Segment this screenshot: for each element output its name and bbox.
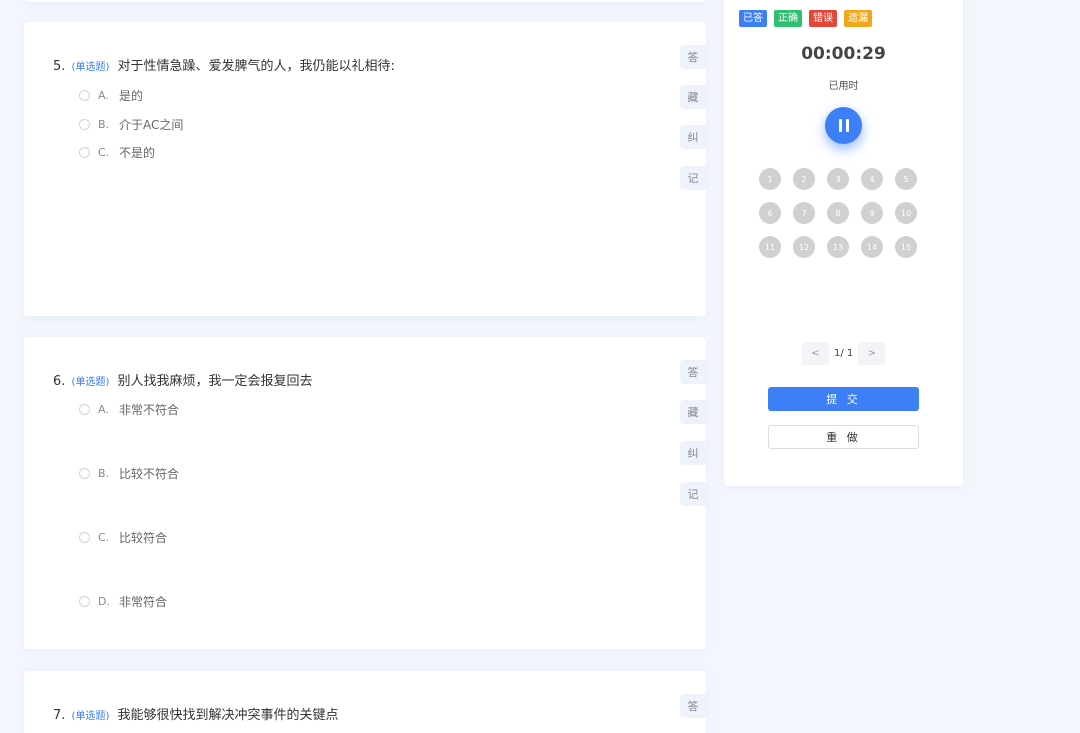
question-nav-item[interactable]: 12: [793, 236, 815, 258]
question-text: 我能够很快找到解决冲突事件的关键点: [117, 708, 339, 723]
option-key: A.: [98, 403, 109, 416]
question-text: 对于性情急躁、爱发脾气的人，我仍能以礼相待:: [117, 59, 395, 74]
option-a[interactable]: A. 是的: [79, 87, 143, 104]
answer-button[interactable]: 答: [680, 360, 706, 384]
legend-correct: 正确: [774, 10, 802, 27]
timer-label: 已用时: [828, 81, 859, 92]
radio-button[interactable]: [79, 147, 90, 158]
option-c[interactable]: C. 不是的: [79, 144, 155, 161]
question-type: (单选题): [71, 377, 110, 388]
option-key: B.: [98, 467, 110, 480]
favorite-button[interactable]: 藏: [680, 400, 706, 424]
question-nav-item[interactable]: 5: [895, 168, 917, 190]
pause-button[interactable]: [825, 107, 862, 144]
legend-missed: 遗漏: [844, 10, 872, 27]
question-nav-item[interactable]: 3: [827, 168, 849, 190]
pause-icon: [837, 119, 851, 132]
question-nav-item[interactable]: 10: [895, 202, 917, 224]
answer-button[interactable]: 答: [680, 694, 706, 718]
option-label: 非常符合: [119, 595, 168, 609]
prev-page-button[interactable]: <: [802, 342, 829, 365]
question-card-previous: [24, 0, 706, 2]
question-title: 6. (单选题) 别人找我麻烦，我一定会报复回去: [53, 370, 313, 389]
question-nav-item[interactable]: 13: [827, 236, 849, 258]
option-d[interactable]: D. 非常符合: [79, 593, 167, 610]
radio-button[interactable]: [79, 468, 90, 479]
question-nav-grid: 1 2 3 4 5 6 7 8 9 10 11 12 13 14 15: [759, 168, 917, 258]
option-key: B.: [98, 118, 110, 131]
radio-button[interactable]: [79, 404, 90, 415]
question-nav-item[interactable]: 15: [895, 236, 917, 258]
radio-button[interactable]: [79, 596, 90, 607]
note-button[interactable]: 记: [680, 482, 706, 506]
question-card-5: 5. (单选题) 对于性情急躁、爱发脾气的人，我仍能以礼相待: A. 是的 B.…: [24, 22, 706, 316]
question-nav-item[interactable]: 14: [861, 236, 883, 258]
radio-button[interactable]: [79, 119, 90, 130]
question-nav-item[interactable]: 4: [861, 168, 883, 190]
question-number: 6.: [53, 374, 66, 389]
option-label: 比较不符合: [119, 467, 180, 481]
question-nav-item[interactable]: 11: [759, 236, 781, 258]
question-number: 7.: [53, 708, 66, 723]
submit-button[interactable]: 提 交: [768, 387, 919, 411]
favorite-button[interactable]: 藏: [680, 85, 706, 109]
option-label: 介于AC之间: [119, 118, 184, 132]
option-label: 是的: [119, 89, 144, 103]
note-button[interactable]: 记: [680, 166, 706, 190]
pagination: < 1/ 1 >: [802, 342, 886, 365]
page-indicator: 1/ 1: [834, 348, 854, 359]
option-label: 比较符合: [119, 531, 168, 545]
legend-answered: 已答: [739, 10, 767, 27]
option-label: 不是的: [119, 146, 156, 160]
status-legend: 已答 正确 错误 遗漏: [739, 10, 872, 27]
question-text: 别人找我麻烦，我一定会报复回去: [117, 374, 313, 389]
question-nav-item[interactable]: 7: [793, 202, 815, 224]
question-nav-item[interactable]: 6: [759, 202, 781, 224]
question-nav-item[interactable]: 9: [861, 202, 883, 224]
option-b[interactable]: B. 比较不符合: [79, 465, 179, 482]
elapsed-timer: 00:00:29: [801, 44, 886, 64]
question-type: (单选题): [71, 711, 110, 722]
answer-sheet-panel: 已答 正确 错误 遗漏 00:00:29 已用时 1 2 3 4 5 6 7 8…: [724, 0, 963, 486]
question-title: 7. (单选题) 我能够很快找到解决冲突事件的关键点: [53, 704, 339, 723]
question-nav-item[interactable]: 1: [759, 168, 781, 190]
answer-button[interactable]: 答: [680, 45, 706, 69]
option-key: D.: [98, 595, 110, 608]
question-card-6: 6. (单选题) 别人找我麻烦，我一定会报复回去 A. 非常不符合 B. 比较不…: [24, 337, 706, 649]
exam-page: 5. (单选题) 对于性情急躁、爱发脾气的人，我仍能以礼相待: A. 是的 B.…: [0, 0, 1080, 733]
option-key: A.: [98, 89, 109, 102]
next-page-button[interactable]: >: [858, 342, 886, 365]
redo-button[interactable]: 重 做: [768, 425, 919, 449]
question-type: (单选题): [71, 62, 110, 73]
radio-button[interactable]: [79, 90, 90, 101]
question-nav-item[interactable]: 8: [827, 202, 849, 224]
question-nav-item[interactable]: 2: [793, 168, 815, 190]
report-error-button[interactable]: 纠: [680, 441, 706, 465]
option-b[interactable]: B. 介于AC之间: [79, 116, 183, 133]
radio-button[interactable]: [79, 532, 90, 543]
question-title: 5. (单选题) 对于性情急躁、爱发脾气的人，我仍能以礼相待:: [53, 55, 395, 74]
report-error-button[interactable]: 纠: [680, 125, 706, 149]
option-label: 非常不符合: [119, 403, 180, 417]
option-key: C.: [98, 146, 110, 159]
option-c[interactable]: C. 比较符合: [79, 529, 167, 546]
question-number: 5.: [53, 59, 66, 74]
legend-wrong: 错误: [809, 10, 837, 27]
option-a[interactable]: A. 非常不符合: [79, 401, 179, 418]
option-key: C.: [98, 531, 110, 544]
question-card-7: 7. (单选题) 我能够很快找到解决冲突事件的关键点 答: [24, 671, 706, 733]
